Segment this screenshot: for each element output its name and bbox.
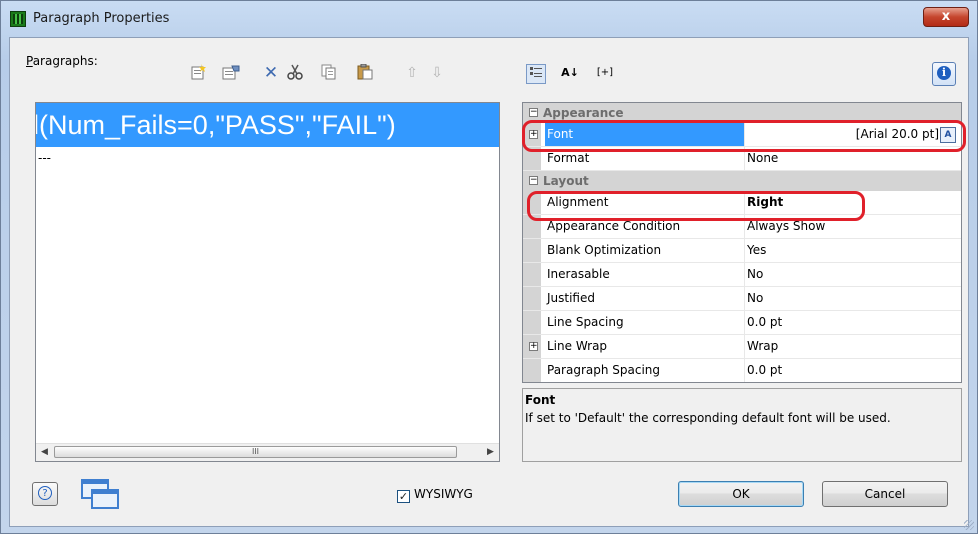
copy-icon[interactable] xyxy=(320,64,338,82)
paragraph-item[interactable]: --- xyxy=(38,151,51,165)
paste-icon[interactable] xyxy=(356,63,374,82)
property-value[interactable]: No xyxy=(745,263,961,286)
app-icon xyxy=(10,11,26,27)
collapse-icon[interactable]: − xyxy=(529,176,538,185)
paragraph-item-text: d(Num_Fails=0,"PASS","FAIL") xyxy=(36,110,396,140)
scroll-thumb[interactable]: III xyxy=(54,446,457,458)
info-icon[interactable] xyxy=(932,62,956,86)
property-row-justified[interactable]: Justified No xyxy=(523,287,961,311)
row-gutter xyxy=(523,311,541,334)
description-panel: Font If set to 'Default' the correspondi… xyxy=(522,388,962,462)
description-title: Font xyxy=(525,393,556,407)
wysiwyg-label: WYSIWYG xyxy=(414,487,473,501)
cancel-button[interactable]: Cancel xyxy=(822,481,948,507)
category-label: Layout xyxy=(543,174,589,188)
delete-icon[interactable]: ✕ xyxy=(262,64,280,82)
resize-grip[interactable] xyxy=(964,520,974,530)
paragraphs-list[interactable]: d(Num_Fails=0,"PASS","FAIL") --- ◀ III ▶ xyxy=(35,102,500,462)
window-title: Paragraph Properties xyxy=(33,11,170,26)
row-gutter: + xyxy=(523,335,541,358)
property-row-paragraph-spacing[interactable]: Paragraph Spacing 0.0 pt xyxy=(523,359,961,382)
row-gutter xyxy=(523,359,541,382)
scroll-right-icon[interactable]: ▶ xyxy=(482,444,499,461)
move-up-icon[interactable]: ⇧ xyxy=(403,64,421,82)
property-name: Blank Optimization xyxy=(545,239,745,262)
property-name: Inerasable xyxy=(545,263,745,286)
property-row-blank-optimization[interactable]: Blank Optimization Yes xyxy=(523,239,961,263)
property-value[interactable]: Wrap xyxy=(745,335,961,358)
paragraph-item-selected[interactable]: d(Num_Fails=0,"PASS","FAIL") xyxy=(36,103,499,147)
expand-all-button[interactable]: [+] xyxy=(592,62,618,84)
cut-icon[interactable] xyxy=(286,64,304,82)
row-gutter xyxy=(523,287,541,310)
horizontal-scrollbar[interactable]: ◀ III ▶ xyxy=(36,443,499,461)
property-value[interactable]: No xyxy=(745,287,961,310)
row-gutter xyxy=(523,263,541,286)
property-row-line-spacing[interactable]: Line Spacing 0.0 pt xyxy=(523,311,961,335)
property-row-line-wrap[interactable]: + Line Wrap Wrap xyxy=(523,335,961,359)
paragraphs-label-accel: P xyxy=(26,54,33,68)
title-bar[interactable]: Paragraph Properties x xyxy=(1,1,977,37)
annotation-highlight-font xyxy=(522,120,966,152)
move-down-icon[interactable]: ⇩ xyxy=(428,64,446,82)
checkbox-check-icon[interactable]: ✓ xyxy=(397,490,410,503)
paragraphs-label-text: aragraphs: xyxy=(32,54,98,68)
property-name: Justified xyxy=(545,287,745,310)
scroll-left-icon[interactable]: ◀ xyxy=(36,444,53,461)
categorized-view-icon[interactable] xyxy=(526,64,546,84)
row-gutter xyxy=(523,239,541,262)
close-button[interactable]: x xyxy=(923,7,969,27)
description-text: If set to 'Default' the corresponding de… xyxy=(525,411,891,425)
property-name: Line Spacing xyxy=(545,311,745,334)
properties-icon[interactable] xyxy=(222,64,240,82)
property-value[interactable]: 0.0 pt xyxy=(745,359,961,382)
annotation-highlight-alignment xyxy=(527,191,865,221)
ok-button[interactable]: OK xyxy=(678,481,804,507)
property-value[interactable]: 0.0 pt xyxy=(745,311,961,334)
property-name: Line Wrap xyxy=(545,335,745,358)
property-row-inerasable[interactable]: Inerasable No xyxy=(523,263,961,287)
category-layout[interactable]: − Layout xyxy=(523,171,961,191)
help-icon[interactable] xyxy=(32,482,58,506)
paragraphs-label: Paragraphs: xyxy=(26,54,98,68)
collapse-icon[interactable]: − xyxy=(529,108,538,117)
alphabetical-sort-icon[interactable]: A↓ xyxy=(560,62,580,84)
property-name: Paragraph Spacing xyxy=(545,359,745,382)
wysiwyg-checkbox[interactable]: ✓ WYSIWYG xyxy=(397,487,473,503)
expand-icon[interactable]: + xyxy=(529,342,538,351)
new-paragraph-icon[interactable] xyxy=(189,64,207,82)
property-value[interactable]: Yes xyxy=(745,239,961,262)
preview-window-icon[interactable] xyxy=(80,478,122,510)
